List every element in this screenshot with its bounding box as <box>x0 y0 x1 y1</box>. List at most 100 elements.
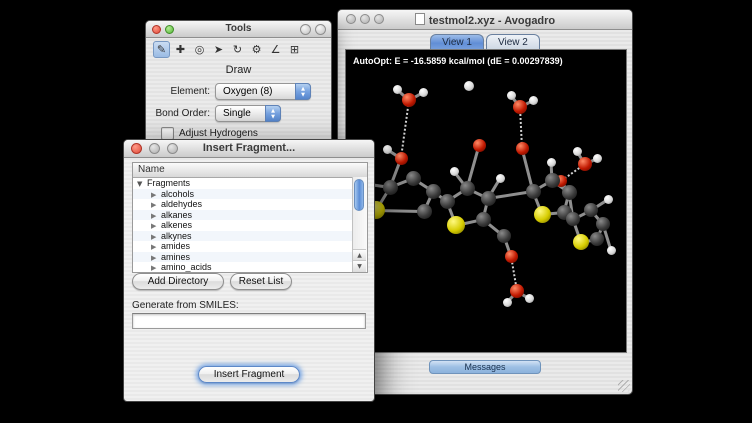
hydrogen-atom[interactable] <box>496 174 505 183</box>
fragment-list[interactable]: Name Fragments alcoholsaldehydesalkanesa… <box>132 162 368 273</box>
sulfur-atom[interactable] <box>573 234 589 250</box>
sulfur-atom[interactable] <box>534 206 551 223</box>
resize-grip[interactable] <box>618 380 630 392</box>
bond-order-dropdown[interactable]: Single <box>215 105 281 122</box>
fragment-name: amino_acids <box>161 262 212 272</box>
hydrogen-atom[interactable] <box>450 167 459 176</box>
fragment-list-item[interactable]: aldehydes <box>133 199 353 210</box>
draw-tool-icon[interactable]: ✎ <box>153 41 170 58</box>
carbon-atom[interactable] <box>460 181 475 196</box>
element-value: Oxygen (8) <box>223 86 272 97</box>
document-icon <box>415 13 425 25</box>
hydrogen-atom[interactable] <box>464 81 474 91</box>
smiles-label: Generate from SMILES: <box>132 300 239 311</box>
carbon-atom[interactable] <box>426 184 441 199</box>
fragment-list-item[interactable]: alkanes <box>133 210 353 221</box>
popup-arrows-icon <box>265 105 281 122</box>
fragment-list-item[interactable]: alcohols <box>133 189 353 200</box>
carbon-atom[interactable] <box>440 194 455 209</box>
carbon-atom[interactable] <box>481 191 496 206</box>
carbon-atom[interactable] <box>526 184 541 199</box>
disclosure-triangle-icon[interactable] <box>151 263 161 273</box>
carbon-atom[interactable] <box>497 229 511 243</box>
oxygen-atom[interactable] <box>513 100 527 114</box>
disclosure-triangle-icon[interactable] <box>137 179 147 190</box>
carbon-atom[interactable] <box>562 185 577 200</box>
hydrogen-atom[interactable] <box>503 298 512 307</box>
hydrogen-atom[interactable] <box>525 294 534 303</box>
hydrogen-atom[interactable] <box>547 158 556 167</box>
fragment-name: alkynes <box>161 231 192 241</box>
hydrogen-bond <box>400 100 410 158</box>
hydrogen-atom[interactable] <box>529 96 538 105</box>
oxygen-atom[interactable] <box>473 139 486 152</box>
align-tool-icon[interactable]: ⊞ <box>286 41 303 58</box>
dialog-title: Insert Fragment... <box>124 142 374 154</box>
avogadro-main-window: testmol2.xyz - Avogadro View 1View 2 Aut… <box>337 9 633 395</box>
fragment-name: amines <box>161 252 190 262</box>
fragment-list-item[interactable]: alkenes <box>133 220 353 231</box>
carbon-atom[interactable] <box>566 212 580 226</box>
fragment-list-item[interactable]: amines <box>133 252 353 263</box>
bond-centric-tool-icon[interactable]: ◎ <box>191 41 208 58</box>
fragment-list-item[interactable]: amino_acids <box>133 262 353 273</box>
smiles-input[interactable] <box>132 313 366 329</box>
carbon-atom[interactable] <box>417 204 432 219</box>
list-column-header-name[interactable]: Name <box>133 163 367 178</box>
oxygen-atom[interactable] <box>402 93 416 107</box>
list-scrollbar[interactable] <box>352 177 367 272</box>
fragment-list-item[interactable]: alkynes <box>133 231 353 242</box>
dialog-titlebar[interactable]: Insert Fragment... <box>124 140 374 158</box>
fragment-rows: Fragments alcoholsaldehydesalkanesalkene… <box>133 178 353 272</box>
carbon-atom[interactable] <box>406 171 421 186</box>
hydrogen-atom[interactable] <box>419 88 428 97</box>
fragment-root-item[interactable]: Fragments <box>133 178 353 189</box>
hydrogen-atom[interactable] <box>604 195 613 204</box>
disclosure-triangle-icon[interactable] <box>151 221 161 232</box>
insert-fragment-button[interactable]: Insert Fragment <box>198 366 300 383</box>
main-window-titlebar[interactable]: testmol2.xyz - Avogadro <box>338 10 632 30</box>
molecule-render <box>346 50 626 352</box>
measure-tool-icon[interactable]: ∠ <box>267 41 284 58</box>
hydrogen-atom[interactable] <box>383 145 392 154</box>
oxygen-atom[interactable] <box>505 250 518 263</box>
fragment-name: alkanes <box>161 210 192 220</box>
scroll-down-button[interactable] <box>353 260 366 272</box>
bond-order-row: Bond Order: Single <box>152 105 281 122</box>
carbon-atom[interactable] <box>383 180 398 195</box>
messages-button[interactable]: Messages <box>429 360 541 374</box>
hydrogen-atom[interactable] <box>393 85 402 94</box>
oxygen-atom[interactable] <box>395 152 408 165</box>
hydrogen-atom[interactable] <box>607 246 616 255</box>
disclosure-triangle-icon[interactable] <box>151 200 161 211</box>
3d-viewport[interactable]: AutoOpt: E = -16.5859 kcal/mol (dE = 0.0… <box>345 49 627 353</box>
auto-rotate-tool-icon[interactable]: ↻ <box>229 41 246 58</box>
selection-tool-icon[interactable]: ➤ <box>210 41 227 58</box>
fragment-name: alcohols <box>161 189 194 199</box>
hydrogen-atom[interactable] <box>507 91 516 100</box>
navigate-tool-icon[interactable]: ✚ <box>172 41 189 58</box>
oxygen-atom[interactable] <box>578 157 592 171</box>
scrollbar-thumb[interactable] <box>354 179 364 211</box>
auto-optimize-tool-icon[interactable]: ⚙ <box>248 41 265 58</box>
fragment-list-item[interactable]: amides <box>133 241 353 252</box>
hydrogen-atom[interactable] <box>593 154 602 163</box>
disclosure-triangle-icon[interactable] <box>151 242 161 253</box>
add-directory-button[interactable]: Add Directory <box>132 273 224 290</box>
carbon-atom[interactable] <box>476 212 491 227</box>
carbon-atom[interactable] <box>545 173 560 188</box>
hydrogen-atom[interactable] <box>573 147 582 156</box>
oxygen-atom[interactable] <box>510 284 524 298</box>
tools-titlebar[interactable]: Tools <box>146 21 331 38</box>
element-dropdown[interactable]: Oxygen (8) <box>215 83 311 100</box>
carbon-atom[interactable] <box>590 232 604 246</box>
fragment-name: aldehydes <box>161 199 202 209</box>
carbon-atom[interactable] <box>596 217 610 231</box>
window-title: testmol2.xyz - Avogadro <box>338 13 632 27</box>
popup-arrows-icon <box>295 83 311 100</box>
carbon-atom[interactable] <box>584 203 598 217</box>
autoopt-status-text: AutoOpt: E = -16.5859 kcal/mol (dE = 0.0… <box>353 56 563 66</box>
reset-list-button[interactable]: Reset List <box>230 273 292 290</box>
oxygen-atom[interactable] <box>516 142 529 155</box>
sulfur-atom[interactable] <box>447 216 465 234</box>
